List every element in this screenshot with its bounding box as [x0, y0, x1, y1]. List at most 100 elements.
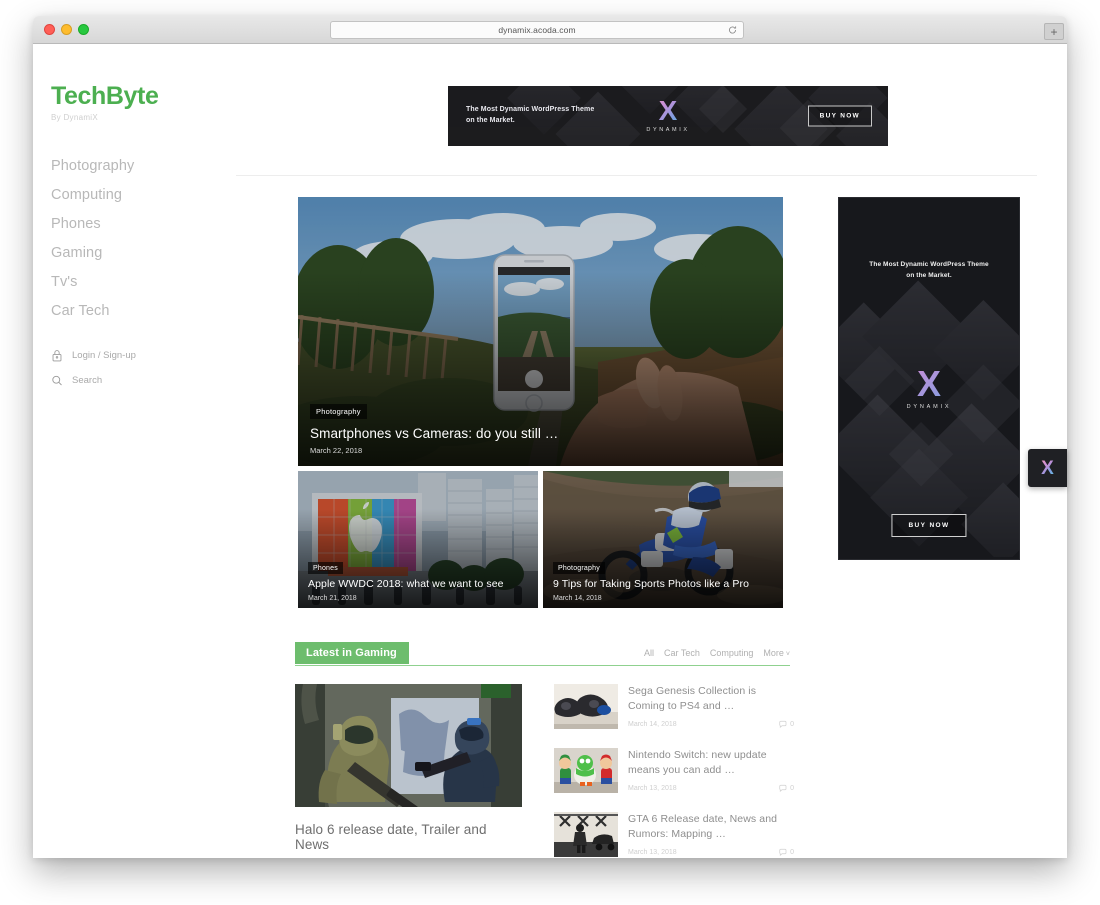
- hero-section: Photography Smartphones vs Cameras: do y…: [298, 197, 783, 608]
- hero-card-wwdc[interactable]: Phones Apple WWDC 2018: what we want to …: [298, 471, 538, 608]
- hero-secondary-row: Phones Apple WWDC 2018: what we want to …: [298, 471, 783, 608]
- list-item-thumbnail: [554, 684, 618, 729]
- top-ad-brand: X DYNAMIX: [646, 97, 690, 134]
- list-item-comments[interactable]: 0: [779, 720, 794, 729]
- filter-computing[interactable]: Computing: [710, 648, 754, 658]
- latest-articles-grid: Halo 6 release date, Trailer and News Ma…: [295, 684, 795, 858]
- list-item-date: March 14, 2018: [628, 720, 677, 728]
- list-item-thumbnail: [554, 812, 618, 857]
- sidebar-ad-line2: on the Market.: [906, 271, 952, 279]
- sidebar-ad-text: The Most Dynamic WordPress Theme on the …: [839, 260, 1019, 281]
- list-item[interactable]: Sega Genesis Collection is Coming to PS4…: [554, 684, 794, 729]
- list-item-title[interactable]: GTA 6 Release date, News and Rumors: Map…: [628, 812, 794, 842]
- list-item-comments[interactable]: 0: [779, 848, 794, 857]
- search-icon: [52, 375, 62, 386]
- list-item-title[interactable]: Sega Genesis Collection is Coming to PS4…: [628, 684, 794, 714]
- window-controls: [44, 24, 89, 35]
- hero-sports-category[interactable]: Photography: [553, 562, 605, 574]
- list-item-date: March 13, 2018: [628, 784, 677, 792]
- sidebar-item-computing[interactable]: Computing: [51, 180, 204, 209]
- sidebar-ad-line1: The Most Dynamic WordPress Theme: [869, 261, 989, 268]
- url-text: dynamix.acoda.com: [498, 25, 576, 35]
- primary-navigation: Photography Computing Phones Gaming Tv's…: [51, 151, 204, 325]
- filter-more-label: More: [763, 648, 784, 658]
- browser-titlebar: dynamix.acoda.com +: [33, 16, 1067, 44]
- browser-window: dynamix.acoda.com + TechByte By DynamiX …: [33, 16, 1067, 858]
- sidebar-ad-brand-word: DYNAMIX: [906, 404, 952, 410]
- reload-icon[interactable]: [728, 26, 737, 35]
- top-ad-text: The Most Dynamic WordPress Theme on the …: [466, 105, 594, 127]
- sidebar-ad[interactable]: The Most Dynamic WordPress Theme on the …: [838, 197, 1020, 560]
- hero-wwdc-category[interactable]: Phones: [308, 562, 343, 574]
- top-ad-line1: The Most Dynamic WordPress Theme: [466, 106, 595, 113]
- hero-sports-title[interactable]: 9 Tips for Taking Sports Photos like a P…: [553, 578, 749, 590]
- list-item-comment-count: 0: [790, 848, 794, 856]
- hero-main-title[interactable]: Smartphones vs Cameras: do you still …: [310, 426, 558, 441]
- minimize-window-button[interactable]: [61, 24, 72, 35]
- maximize-window-button[interactable]: [78, 24, 89, 35]
- list-item-body: GTA 6 Release date, News and Rumors: Map…: [628, 812, 794, 857]
- dynamix-x-icon: X: [839, 366, 1019, 402]
- address-bar[interactable]: dynamix.acoda.com: [330, 21, 744, 39]
- list-item-meta: March 14, 2018 0: [628, 720, 794, 729]
- hero-card-sports[interactable]: Photography 9 Tips for Taking Sports Pho…: [543, 471, 783, 608]
- list-item-date: March 13, 2018: [628, 848, 677, 856]
- hero-wwdc-date: March 21, 2018: [308, 595, 357, 602]
- list-item-comment-count: 0: [790, 720, 794, 728]
- top-banner-ad[interactable]: The Most Dynamic WordPress Theme on the …: [448, 86, 888, 146]
- sidebar: TechByte By DynamiX Photography Computin…: [33, 44, 204, 858]
- list-item-title[interactable]: Nintendo Switch: new update means you ca…: [628, 748, 794, 778]
- hero-wwdc-title[interactable]: Apple WWDC 2018: what we want to see: [308, 578, 504, 590]
- top-ad-buy-now-button[interactable]: BUY NOW: [807, 105, 872, 127]
- sidebar-item-car-tech[interactable]: Car Tech: [51, 296, 204, 325]
- sidebar-utilities: Login / Sign-up Search: [51, 343, 204, 393]
- main-content: The Most Dynamic WordPress Theme on the …: [204, 44, 1067, 858]
- comment-icon: [779, 849, 787, 857]
- site-logo[interactable]: TechByte: [51, 82, 204, 111]
- list-item[interactable]: GTA 6 Release date, News and Rumors: Map…: [554, 812, 794, 857]
- new-tab-button[interactable]: +: [1044, 23, 1064, 40]
- hero-wwdc-overlay: [298, 509, 538, 608]
- featured-article-title[interactable]: Halo 6 release date, Trailer and News: [295, 822, 522, 852]
- hero-main-category[interactable]: Photography: [310, 404, 367, 419]
- top-ad-brand-word: DYNAMIX: [646, 127, 690, 133]
- hero-main-date: March 22, 2018: [310, 446, 363, 455]
- top-ad-line2: on the Market.: [466, 116, 515, 124]
- list-item-meta: March 13, 2018 0: [628, 848, 794, 857]
- header-divider: [236, 175, 1037, 176]
- comment-icon: [779, 721, 787, 729]
- sega-genesis-thumb: [554, 684, 618, 729]
- filter-all[interactable]: All: [644, 648, 654, 658]
- list-item-comment-count: 0: [790, 784, 794, 792]
- list-item-body: Sega Genesis Collection is Coming to PS4…: [628, 684, 794, 729]
- featured-article-image-wrap: [295, 684, 522, 807]
- site-logo-subtitle: By DynamiX: [51, 113, 99, 122]
- list-item-comments[interactable]: 0: [779, 784, 794, 793]
- filter-more[interactable]: More ˅: [763, 648, 790, 658]
- featured-article[interactable]: Halo 6 release date, Trailer and News Ma…: [295, 684, 522, 858]
- list-item-meta: March 13, 2018 0: [628, 784, 794, 793]
- list-item[interactable]: Nintendo Switch: new update means you ca…: [554, 748, 794, 793]
- close-window-button[interactable]: [44, 24, 55, 35]
- sidebar-item-photography[interactable]: Photography: [51, 151, 204, 180]
- sidebar-item-gaming[interactable]: Gaming: [51, 238, 204, 267]
- section-filters: All Car Tech Computing More ˅: [644, 648, 790, 658]
- sidebar-ad-brand: X DYNAMIX: [839, 366, 1019, 411]
- sidebar-item-tvs[interactable]: Tv's: [51, 267, 204, 296]
- hero-main-card[interactable]: Photography Smartphones vs Cameras: do y…: [298, 197, 783, 466]
- login-signup-link[interactable]: Login / Sign-up: [51, 343, 204, 368]
- list-item-body: Nintendo Switch: new update means you ca…: [628, 748, 794, 793]
- halo-article-image: [295, 684, 522, 807]
- nintendo-switch-thumb: [554, 748, 618, 793]
- search-label: Search: [72, 375, 103, 386]
- sidebar-ad-buy-now-button[interactable]: BUY NOW: [891, 514, 967, 537]
- sidebar-item-phones[interactable]: Phones: [51, 209, 204, 238]
- page-body: TechByte By DynamiX Photography Computin…: [33, 44, 1067, 858]
- gta6-thumb: [554, 812, 618, 857]
- hero-sports-date: March 14, 2018: [553, 595, 602, 602]
- search-link[interactable]: Search: [51, 368, 204, 393]
- filter-car-tech[interactable]: Car Tech: [664, 648, 700, 658]
- floating-dynamix-tab[interactable]: X: [1028, 449, 1067, 487]
- chevron-down-icon: ˅: [785, 651, 790, 658]
- list-item-thumbnail: [554, 748, 618, 793]
